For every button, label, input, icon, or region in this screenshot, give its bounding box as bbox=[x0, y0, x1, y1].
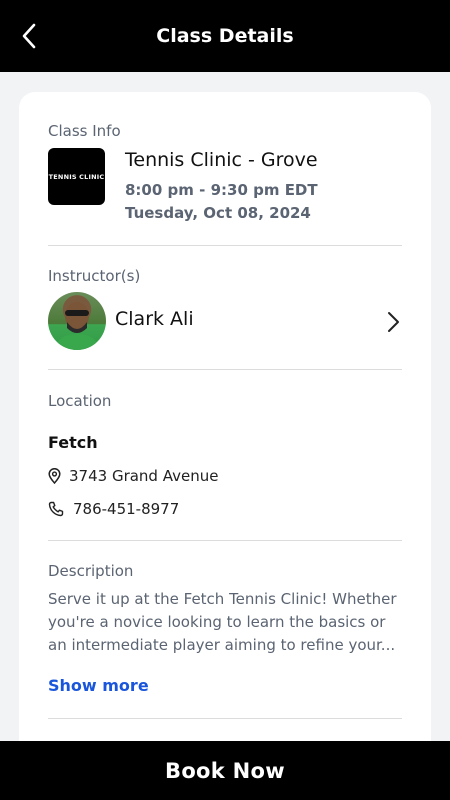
location-name: Fetch bbox=[48, 433, 98, 452]
divider bbox=[48, 540, 402, 541]
chevron-right-icon bbox=[388, 312, 399, 332]
avatar bbox=[48, 292, 106, 350]
class-time: 8:00 pm - 9:30 pm EDT bbox=[125, 181, 318, 199]
avatar-image bbox=[54, 302, 100, 350]
class-logo: TENNIS CLINIC bbox=[48, 148, 105, 205]
top-app-bar: Class Details bbox=[0, 0, 450, 72]
description-label: Description bbox=[48, 562, 134, 580]
page-title: Class Details bbox=[156, 25, 294, 47]
phone-row[interactable]: 786-451-8977 bbox=[48, 498, 179, 520]
phone-icon bbox=[48, 501, 64, 517]
divider bbox=[48, 369, 402, 370]
location-label: Location bbox=[48, 392, 112, 410]
address-text: 3743 Grand Avenue bbox=[69, 467, 219, 485]
address-row: 3743 Grand Avenue bbox=[48, 465, 218, 487]
instructors-label: Instructor(s) bbox=[48, 267, 141, 285]
phone-text: 786-451-8977 bbox=[73, 500, 180, 518]
description-text: Serve it up at the Fetch Tennis Clinic! … bbox=[48, 590, 397, 654]
class-date: Tuesday, Oct 08, 2024 bbox=[125, 204, 311, 222]
instructor-name: Clark Ali bbox=[115, 308, 194, 330]
book-now-label: Book Now bbox=[165, 758, 285, 783]
class-details-card: Class Info TENNIS CLINIC Tennis Clinic -… bbox=[19, 92, 431, 792]
divider bbox=[48, 718, 402, 719]
map-pin-icon bbox=[48, 468, 62, 484]
class-name: Tennis Clinic - Grove bbox=[125, 149, 318, 171]
book-now-button[interactable]: Book Now bbox=[0, 741, 450, 800]
show-more-link[interactable]: Show more bbox=[48, 676, 149, 695]
instructor-row[interactable]: Clark Ali bbox=[48, 292, 402, 352]
class-info-label: Class Info bbox=[48, 122, 121, 140]
divider bbox=[48, 245, 402, 246]
